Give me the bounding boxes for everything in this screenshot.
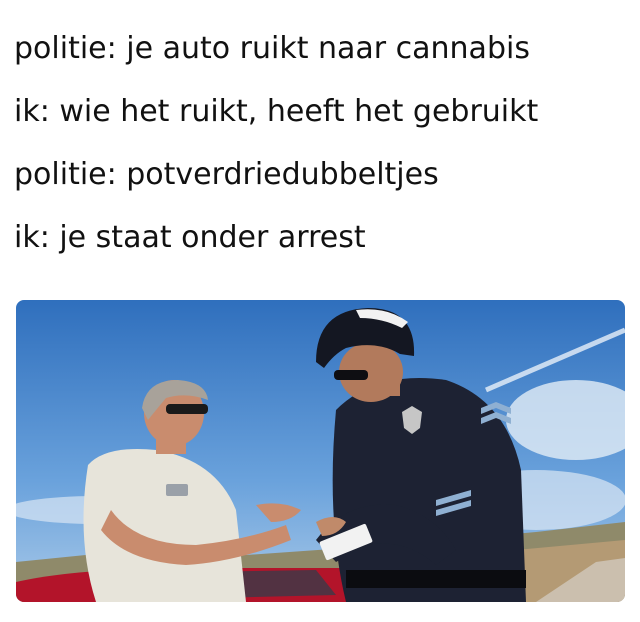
caption-line-3: politie: potverdriedubbeltjes (14, 157, 439, 192)
man-sunglasses (166, 404, 208, 414)
duty-belt (346, 570, 526, 588)
phone (166, 484, 188, 496)
caption-line-4: ik: je staat onder arrest (14, 220, 366, 255)
caption-line-1: politie: je auto ruikt naar cannabis (14, 31, 530, 66)
meme-photo (16, 300, 625, 602)
caption-line-2: ik: wie het ruikt, heeft het gebruikt (14, 94, 539, 129)
officer-sunglasses (334, 370, 368, 380)
meme-caption: politie: je auto ruikt naar cannabis ik:… (14, 34, 538, 286)
police-stop-illustration (16, 300, 625, 602)
